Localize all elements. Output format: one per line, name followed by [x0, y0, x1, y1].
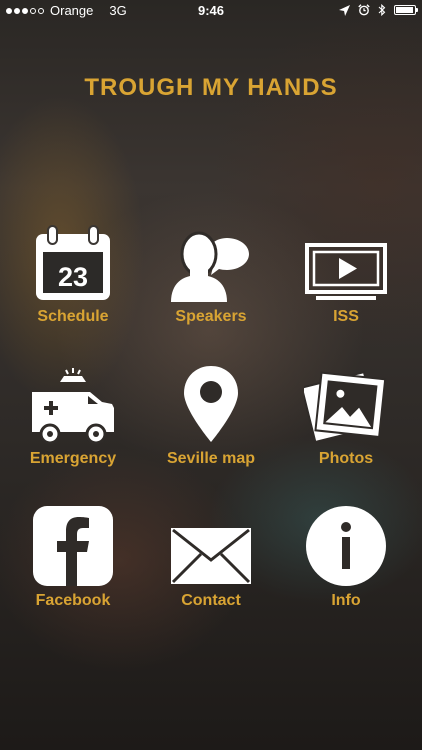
info-label: Info	[331, 592, 361, 609]
menu-row: Facebook Contact Info	[0, 506, 422, 648]
iss-button[interactable]: ISS	[276, 222, 416, 326]
map-pin-icon	[184, 366, 238, 442]
speakers-button[interactable]: Speakers	[141, 222, 281, 326]
status-bar: Orange 3G 9:46	[0, 0, 422, 22]
battery-icon	[394, 5, 418, 15]
envelope-icon	[171, 528, 251, 584]
photos-icon	[304, 370, 387, 444]
photos-label: Photos	[318, 450, 374, 467]
calendar-day: 23	[58, 262, 88, 292]
emergency-label: Emergency	[29, 450, 117, 467]
status-right	[339, 4, 418, 16]
speakers-icon	[171, 231, 249, 302]
seville-map-button[interactable]: Seville map	[141, 364, 281, 468]
info-button[interactable]: Info	[276, 506, 416, 610]
calendar-icon: 23	[36, 225, 110, 300]
ambulance-icon	[32, 368, 114, 444]
menu-row: Emergency Seville map Photos	[0, 364, 422, 506]
battery-level	[396, 7, 414, 13]
video-player-icon	[305, 243, 387, 300]
emergency-button[interactable]: Emergency	[3, 364, 143, 468]
schedule-button[interactable]: 23 Schedule	[3, 222, 143, 326]
seville-map-label: Seville map	[166, 450, 256, 467]
alarm-clock-icon	[358, 4, 370, 16]
contact-label: Contact	[181, 592, 241, 609]
schedule-label: Schedule	[37, 308, 109, 325]
facebook-icon	[33, 506, 113, 586]
facebook-label: Facebook	[35, 592, 111, 609]
location-arrow-icon	[339, 4, 350, 16]
page-title: TROUGH MY HANDS	[84, 74, 338, 101]
contact-button[interactable]: Contact	[141, 506, 281, 610]
speakers-label: Speakers	[175, 308, 247, 325]
photos-button[interactable]: Photos	[276, 364, 416, 468]
menu-grid: 23 Schedule Speakers ISS Emergency Sevil…	[0, 222, 422, 648]
info-icon	[306, 506, 386, 586]
bluetooth-icon	[378, 4, 386, 16]
menu-row: 23 Schedule Speakers ISS	[0, 222, 422, 364]
iss-label: ISS	[333, 308, 359, 325]
facebook-button[interactable]: Facebook	[3, 506, 143, 610]
